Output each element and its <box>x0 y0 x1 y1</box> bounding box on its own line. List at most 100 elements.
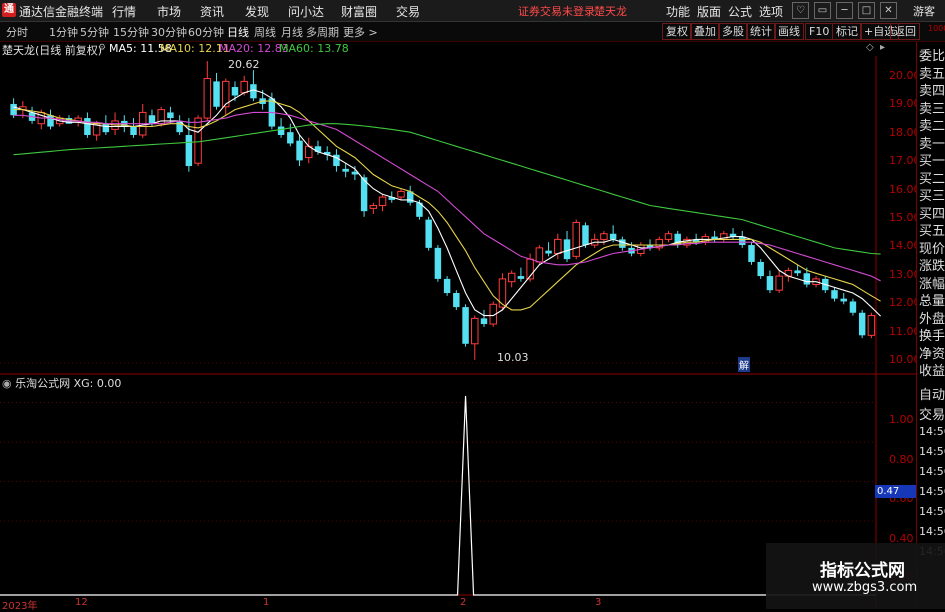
candle-body-down <box>167 112 174 119</box>
mark-button[interactable]: 标记 <box>832 23 862 40</box>
side-lower-item: 14:56 <box>919 425 945 438</box>
stock-name-top: 楚天龙 <box>594 5 627 18</box>
price-chart[interactable] <box>0 56 916 609</box>
settings-icon[interactable]: ⚙ <box>98 43 106 53</box>
side-item: 换手 <box>919 329 945 344</box>
period-more[interactable]: 更多 > <box>343 24 378 40</box>
menu-options[interactable]: 选项 <box>759 3 783 20</box>
side-lower-item: 14:56 <box>919 465 945 478</box>
favorite-icon[interactable]: ♡ <box>792 2 809 19</box>
period-5min[interactable]: 5分钟 <box>80 24 109 40</box>
candle-body-down <box>231 87 239 96</box>
period-tick[interactable]: 分时 <box>6 24 28 40</box>
watermark-url: www.zbgs3.com <box>812 580 918 595</box>
side-item: 收益 <box>919 364 945 379</box>
f10-button[interactable]: F10 <box>805 23 834 40</box>
candle-body-up <box>775 275 783 291</box>
login-warning: 证券交易未登录 <box>518 5 595 18</box>
menu-formula[interactable]: 公式 <box>728 3 752 20</box>
candle-body-down <box>443 278 451 293</box>
candle-body-up <box>600 233 608 240</box>
candle-body-down <box>619 239 626 248</box>
candle-body-down <box>757 261 764 277</box>
diamond-icon[interactable]: ◇ <box>866 42 874 53</box>
statistics-button[interactable]: 统计 <box>746 23 776 40</box>
menu-ask[interactable]: 问小达 <box>288 3 324 20</box>
menu-function[interactable]: 功能 <box>666 3 690 20</box>
candle-body-down <box>766 276 774 291</box>
candle-body-down <box>803 273 811 285</box>
period-weekly[interactable]: 周线 <box>254 24 276 40</box>
side-item: 涨跌 <box>919 259 945 274</box>
candle-body-down <box>287 132 294 144</box>
period-1min[interactable]: 1分钟 <box>49 24 78 40</box>
candle-body-down <box>462 307 469 344</box>
side-lower-item: 14:56 <box>919 525 945 538</box>
close-icon[interactable]: ✕ <box>880 2 897 19</box>
period-30min[interactable]: 30分钟 <box>151 24 187 40</box>
side-item: 卖三 <box>919 101 945 117</box>
candle-body-up <box>535 247 544 263</box>
minimize-icon[interactable]: ─ <box>836 2 853 19</box>
ma60-label: MA60: 13.78 <box>279 42 349 55</box>
draw-line-button[interactable]: 画线 <box>774 23 804 40</box>
candle-body-down <box>453 293 460 308</box>
menu-discover[interactable]: 发现 <box>245 3 269 20</box>
side-item: 卖四 <box>919 84 945 99</box>
period-60min[interactable]: 60分钟 <box>188 24 224 40</box>
period-monthly[interactable]: 月线 <box>281 24 303 40</box>
side-item: 卖五 <box>919 66 945 82</box>
candle-body-up <box>867 315 876 336</box>
candle-body-down <box>794 270 801 274</box>
side-item: 卖二 <box>919 119 945 134</box>
menu-market[interactable]: 市场 <box>157 3 181 20</box>
back-button[interactable]: 返回 <box>890 23 920 40</box>
menu-quotes[interactable]: 行情 <box>112 3 136 20</box>
candle-body-down <box>277 126 285 135</box>
side-item: 涨幅 <box>919 276 945 292</box>
side-item: 买五 <box>919 224 945 239</box>
low-annotation: 10.03 <box>497 351 529 364</box>
maximize-icon[interactable]: □ <box>858 2 875 19</box>
candle-body-down <box>480 318 488 325</box>
restore-icon[interactable]: ▭ <box>814 2 831 19</box>
overlay-button[interactable]: 叠加 <box>690 23 720 40</box>
candle-body-down <box>517 276 525 279</box>
menu-layout[interactable]: 版面 <box>697 3 721 20</box>
candle-body-down <box>840 298 847 302</box>
guest-label[interactable]: 游客 <box>913 3 935 19</box>
app-title: 通达信金融终端 <box>19 5 104 19</box>
menu-wealth[interactable]: 财富圈 <box>341 3 377 20</box>
multi-stock-button[interactable]: 多股 <box>718 23 748 40</box>
side-item: 净资 <box>919 346 945 362</box>
candle-body-down <box>609 233 617 240</box>
candle-body-down <box>545 250 552 254</box>
period-daily[interactable]: 日线 <box>227 24 249 40</box>
collapse-icon[interactable]: ▸ <box>880 42 885 53</box>
app-logo-icon: 通 <box>2 3 16 17</box>
candle-body-up <box>664 233 673 240</box>
restore-rights-button[interactable]: 复权 <box>662 23 692 40</box>
side-item: 买二 <box>919 171 945 187</box>
watermark-title: 指标公式网 <box>820 561 905 581</box>
unlock-marker[interactable]: 解 <box>738 357 750 372</box>
sub-settings-icon[interactable]: ◉ <box>2 377 15 390</box>
period-15min[interactable]: 15分钟 <box>113 24 149 40</box>
candle-body-down <box>342 168 349 172</box>
menu-news[interactable]: 资讯 <box>200 3 224 20</box>
candle-body-up <box>397 190 405 198</box>
candle-body-up <box>554 238 562 254</box>
candle-body-up <box>378 196 387 207</box>
side-item: 买一 <box>919 154 945 169</box>
side-item: 卖一 <box>919 136 945 152</box>
period-multi[interactable]: 多周期 <box>306 24 339 40</box>
menu-trade[interactable]: 交易 <box>396 3 420 20</box>
candle-body-down <box>849 301 857 313</box>
side-item: 买四 <box>919 206 945 222</box>
candle-body-down <box>250 84 257 99</box>
xg-signal-line <box>0 395 876 596</box>
side-lower-item: 14:56 <box>919 505 945 518</box>
side-item: 总量 <box>919 294 945 309</box>
candle-body-up <box>572 221 580 257</box>
candle-body-down <box>831 290 838 299</box>
